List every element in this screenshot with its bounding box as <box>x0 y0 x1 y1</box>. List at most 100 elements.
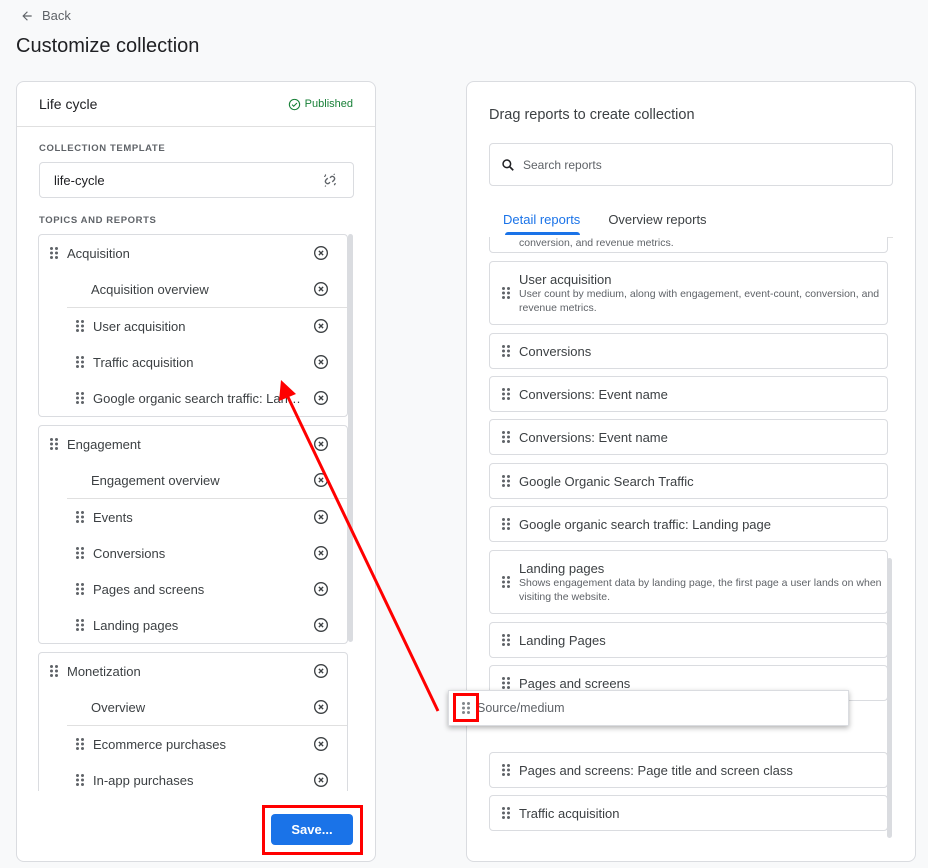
search-box[interactable] <box>489 143 893 186</box>
report-title: Conversions <box>519 343 592 359</box>
report-title: Google organic search traffic: Landing p… <box>519 516 771 532</box>
topic-name: Monetization <box>67 663 141 679</box>
report-row[interactable]: Ecommerce purchases <box>39 726 347 762</box>
report-card[interactable]: Traffic acquisition <box>489 795 888 831</box>
tab-overview-reports[interactable]: Overview reports <box>594 208 720 236</box>
drag-handle-icon[interactable] <box>75 737 85 751</box>
topics-scrollbar[interactable] <box>348 234 353 642</box>
drag-handle-icon[interactable] <box>75 319 85 333</box>
drag-handle-icon[interactable] <box>501 344 511 358</box>
report-name: Events <box>93 509 133 525</box>
report-title: Pages and screens: Page title and screen… <box>519 762 793 778</box>
topic-card-acquisition[interactable]: Acquisition Acquisition overview User ac… <box>38 234 348 417</box>
remove-circle-icon[interactable] <box>313 436 329 452</box>
report-row[interactable]: In-app purchases <box>39 762 347 791</box>
topic-overview-row[interactable]: Acquisition overview <box>39 271 347 307</box>
remove-circle-icon[interactable] <box>313 772 329 788</box>
library-title: Drag reports to create collection <box>489 107 695 123</box>
topic-header[interactable]: Acquisition <box>39 235 347 271</box>
topics-section-label: TOPICS AND REPORTS <box>39 215 157 226</box>
report-card[interactable]: conversion, and revenue metrics. <box>489 237 888 253</box>
report-card[interactable]: Conversions: Event name <box>489 419 888 455</box>
remove-circle-icon[interactable] <box>313 390 329 406</box>
drag-handle-icon[interactable] <box>75 391 85 405</box>
back-link[interactable]: Back <box>20 8 71 23</box>
drag-handle-icon[interactable] <box>49 437 59 451</box>
report-title: Conversions: Event name <box>519 386 668 402</box>
topic-overview-row[interactable]: Engagement overview <box>39 462 347 498</box>
report-row[interactable]: Events <box>39 499 347 535</box>
report-row[interactable]: Google organic search traffic: Landing p… <box>39 380 347 416</box>
report-name: Google organic search traffic: Landing p… <box>93 390 305 406</box>
topic-header[interactable]: Monetization <box>39 653 347 689</box>
drag-handle-icon[interactable] <box>75 582 85 596</box>
drag-handle-icon[interactable] <box>49 246 59 260</box>
drag-handle-icon[interactable] <box>501 430 511 444</box>
drag-handle-icon[interactable] <box>501 763 511 777</box>
reports-scrollbar[interactable] <box>887 558 892 838</box>
remove-circle-icon[interactable] <box>313 245 329 261</box>
drag-handle-icon[interactable] <box>75 510 85 524</box>
report-name: User acquisition <box>93 318 186 334</box>
remove-circle-icon[interactable] <box>313 472 329 488</box>
report-card[interactable]: Conversions <box>489 333 888 369</box>
report-title: Google Organic Search Traffic <box>519 473 694 489</box>
report-row[interactable]: Pages and screens <box>39 571 347 607</box>
status-text: Published <box>304 98 353 110</box>
drag-handle-icon[interactable] <box>501 387 511 401</box>
drag-handle-icon[interactable] <box>49 664 59 678</box>
remove-circle-icon[interactable] <box>313 617 329 633</box>
drag-handle-icon[interactable] <box>501 474 511 488</box>
report-card[interactable]: Google Organic Search Traffic <box>489 463 888 499</box>
topic-header[interactable]: Engagement <box>39 426 347 462</box>
remove-circle-icon[interactable] <box>313 736 329 752</box>
search-input[interactable] <box>523 157 883 172</box>
topic-card-engagement[interactable]: Engagement Engagement overview Events Co… <box>38 425 348 644</box>
back-label: Back <box>42 8 71 23</box>
drag-handle-icon[interactable] <box>501 633 511 647</box>
remove-circle-icon[interactable] <box>313 545 329 561</box>
report-tabs: Detail reports Overview reports <box>489 208 721 238</box>
topic-card-monetization[interactable]: Monetization Overview Ecommerce purchase… <box>38 652 348 791</box>
tab-detail-reports[interactable]: Detail reports <box>489 208 594 236</box>
remove-circle-icon[interactable] <box>313 354 329 370</box>
remove-circle-icon[interactable] <box>313 281 329 297</box>
report-row[interactable]: Conversions <box>39 535 347 571</box>
dragging-report-card[interactable]: Source/medium <box>448 690 849 726</box>
unlink-icon[interactable] <box>321 171 339 189</box>
remove-circle-icon[interactable] <box>313 509 329 525</box>
report-card[interactable]: Landing Pages <box>489 622 888 658</box>
dragging-report-title: Source/medium <box>477 701 565 715</box>
topic-overview-row[interactable]: Overview <box>39 689 347 725</box>
report-row[interactable]: Landing pages <box>39 607 347 643</box>
report-card[interactable]: Landing pages Shows engagement data by la… <box>489 550 888 614</box>
drag-handle-icon[interactable] <box>501 517 511 531</box>
drag-handle-icon[interactable] <box>501 286 511 300</box>
reports-list[interactable]: conversion, and revenue metrics. User ac… <box>489 237 893 841</box>
report-library-panel: Drag reports to create collection Detail… <box>466 81 916 862</box>
drag-handle-icon[interactable] <box>501 575 511 589</box>
report-row[interactable]: Traffic acquisition <box>39 344 347 380</box>
drag-handle-icon[interactable] <box>501 676 511 690</box>
drag-handle-icon[interactable] <box>75 773 85 787</box>
remove-circle-icon[interactable] <box>313 581 329 597</box>
report-card[interactable]: Google organic search traffic: Landing p… <box>489 506 888 542</box>
drag-handle-icon[interactable] <box>75 618 85 632</box>
remove-circle-icon[interactable] <box>313 318 329 334</box>
report-title: Landing pages <box>519 560 605 576</box>
drag-handle-icon[interactable] <box>75 355 85 369</box>
remove-circle-icon[interactable] <box>313 699 329 715</box>
topics-list[interactable]: Acquisition Acquisition overview User ac… <box>38 234 356 791</box>
report-name: Traffic acquisition <box>93 354 194 370</box>
report-name: Pages and screens <box>93 581 205 597</box>
report-title: Landing Pages <box>519 632 606 648</box>
report-card[interactable]: Conversions: Event name <box>489 376 888 412</box>
report-card[interactable]: User acquisition User count by medium, al… <box>489 261 888 325</box>
report-card[interactable]: Pages and screens: Page title and screen… <box>489 752 888 788</box>
drag-handle-icon[interactable] <box>75 546 85 560</box>
arrow-left-icon <box>22 10 32 21</box>
drag-handle-icon[interactable] <box>501 806 511 820</box>
report-row[interactable]: User acquisition <box>39 308 347 344</box>
collection-template-field[interactable]: life-cycle <box>39 162 354 198</box>
remove-circle-icon[interactable] <box>313 663 329 679</box>
